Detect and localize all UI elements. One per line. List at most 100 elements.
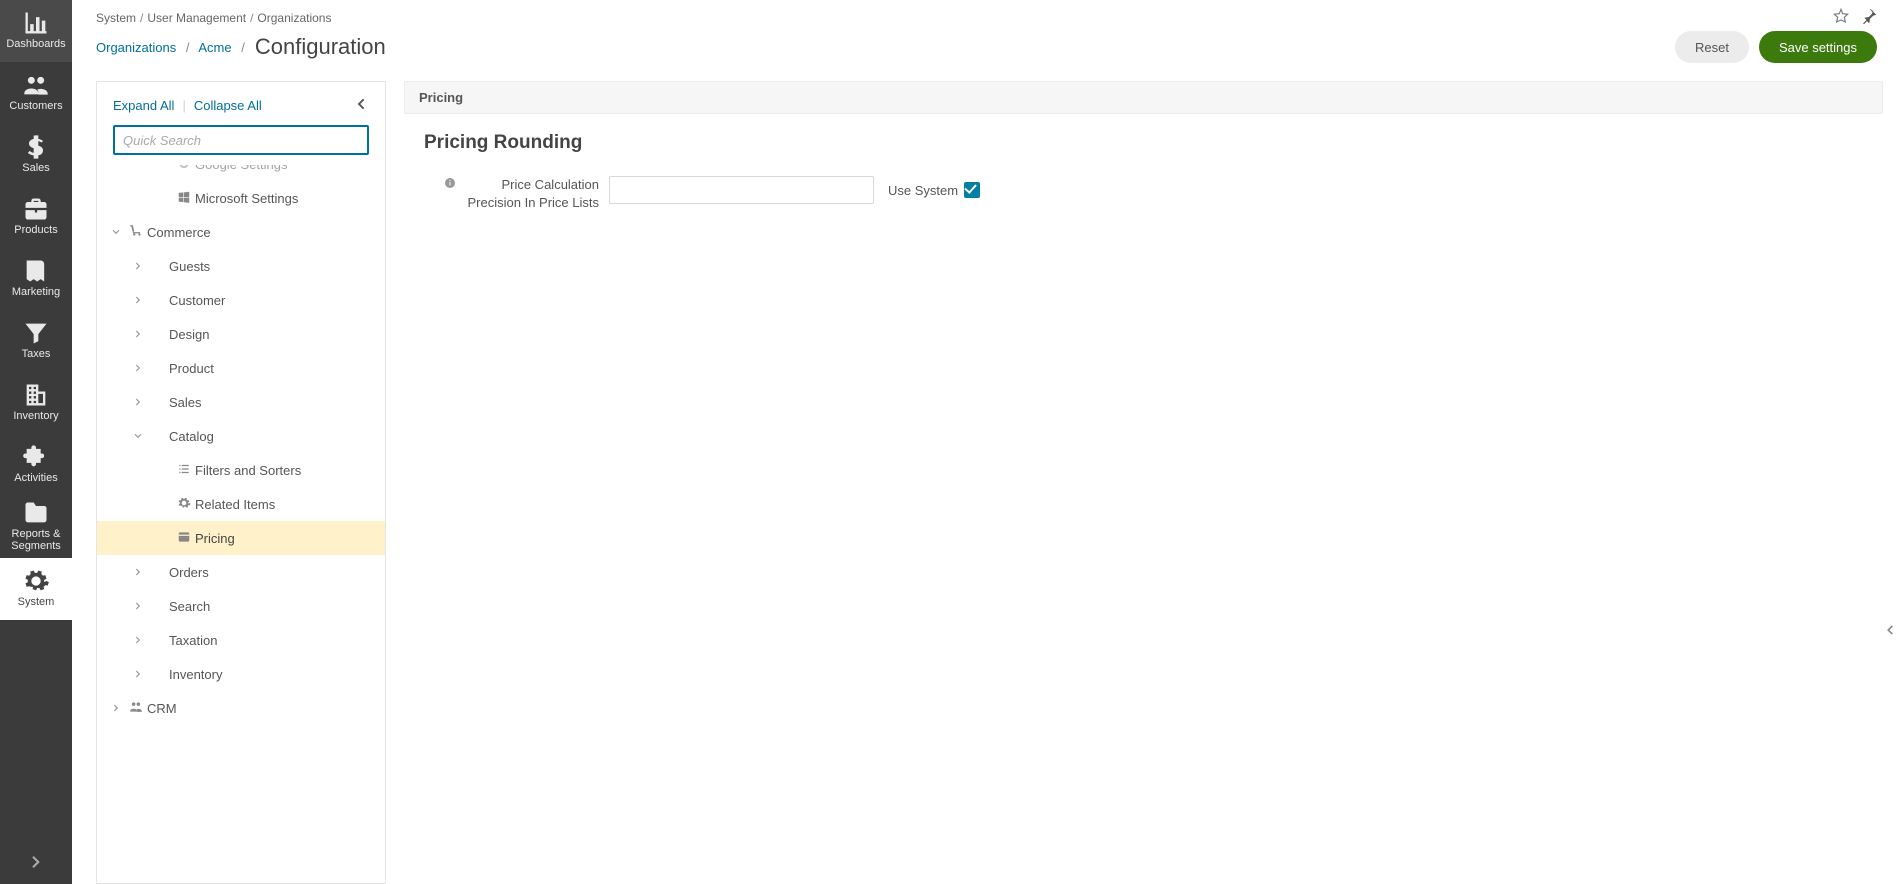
breadcrumb: System/User Management/Organizations [96, 11, 331, 25]
tree-item[interactable]: Filters and Sorters [97, 453, 385, 487]
tree-item[interactable]: CRM [97, 691, 385, 725]
tree-item[interactable]: Design [97, 317, 385, 351]
tree-label: Search [169, 599, 377, 614]
chevron-down-icon[interactable] [129, 429, 147, 444]
chevron-right-icon[interactable] [129, 361, 147, 376]
nav-label: Reports & Segments [0, 528, 72, 552]
crumb-organizations[interactable]: Organizations [96, 40, 176, 55]
price-precision-row: Price Calculation Precision In Price Lis… [444, 176, 1883, 211]
nav-label: Products [14, 224, 57, 236]
chevron-down-icon[interactable] [107, 225, 125, 240]
tree-item[interactable]: Taxation [97, 623, 385, 657]
cart-icon [125, 224, 147, 241]
breadcrumb-part[interactable]: User Management [147, 11, 246, 25]
briefcase-icon [22, 198, 50, 220]
crumb-acme[interactable]: Acme [198, 40, 231, 55]
tree-label: Orders [169, 565, 377, 580]
nav-item-reports[interactable]: Reports & Segments [0, 496, 72, 558]
nav-item-marketing[interactable]: Marketing [0, 248, 72, 310]
dollar-icon [22, 136, 50, 158]
chevron-right-icon[interactable] [129, 395, 147, 410]
breadcrumb-part[interactable]: System [96, 11, 136, 25]
breadcrumb-part[interactable]: Organizations [257, 11, 331, 25]
tree-item[interactable]: Microsoft Settings [97, 181, 385, 215]
chevron-right-icon[interactable] [129, 565, 147, 580]
panel-header: Pricing [404, 81, 1883, 114]
nav-label: Sales [22, 162, 50, 174]
bar-icon [22, 12, 50, 34]
gear-icon [173, 496, 195, 513]
save-settings-button[interactable]: Save settings [1759, 31, 1877, 63]
use-system-label[interactable]: Use System [888, 182, 980, 198]
nav-item-activities[interactable]: Activities [0, 434, 72, 496]
collapse-all-link[interactable]: Collapse All [194, 98, 262, 113]
config-sidebar: Expand All | Collapse All Google Setting… [96, 81, 386, 884]
tree-label: Product [169, 361, 377, 376]
tree-item[interactable]: Inventory [97, 657, 385, 691]
sidebar-collapse-icon[interactable] [0, 840, 72, 884]
chevron-right-icon[interactable] [129, 667, 147, 682]
building-icon [22, 384, 50, 406]
tree-item[interactable]: Search [97, 589, 385, 623]
tree-label: Microsoft Settings [195, 191, 377, 206]
price-calculation-precision-input[interactable] [609, 176, 874, 204]
chevron-left-icon[interactable] [1879, 619, 1901, 644]
tree-item[interactable]: Google Settings [97, 165, 385, 181]
chevron-right-icon[interactable] [129, 599, 147, 614]
quick-search-input[interactable] [113, 125, 369, 155]
chevron-right-icon[interactable] [129, 633, 147, 648]
crm-icon [125, 700, 147, 717]
nav-label: Taxes [22, 348, 51, 360]
back-arrow-icon[interactable] [353, 96, 369, 115]
chevron-right-icon[interactable] [129, 327, 147, 342]
use-system-checkbox[interactable] [964, 182, 980, 198]
expand-all-link[interactable]: Expand All [113, 98, 174, 113]
nav-label: Dashboards [6, 38, 65, 50]
nav-item-products[interactable]: Products [0, 186, 72, 248]
nav-item-sales[interactable]: Sales [0, 124, 72, 186]
nav-label: Customers [9, 100, 62, 112]
config-tree[interactable]: Google Settings Microsoft Settings Commerc… [97, 165, 385, 883]
folder-icon [22, 502, 50, 524]
tree-item[interactable]: Catalog [97, 419, 385, 453]
chevron-right-icon[interactable] [129, 293, 147, 308]
nav-label: Marketing [12, 286, 60, 298]
nav-label: Inventory [13, 410, 58, 422]
chevron-right-icon[interactable] [107, 701, 125, 716]
page-title: Configuration [255, 34, 386, 60]
main-panel: Pricing Pricing Rounding Price Calculati… [386, 81, 1901, 884]
windows-icon [173, 190, 195, 207]
tree-label: Taxation [169, 633, 377, 648]
reset-button[interactable]: Reset [1675, 31, 1749, 63]
tree-item[interactable]: Product [97, 351, 385, 385]
info-icon[interactable] [444, 176, 456, 211]
gear-icon [22, 570, 50, 592]
tree-item[interactable]: Sales [97, 385, 385, 419]
tree-item[interactable]: Guests [97, 249, 385, 283]
tree-item[interactable]: Orders [97, 555, 385, 589]
nav-item-customers[interactable]: Customers [0, 62, 72, 124]
tree-item[interactable]: Customer [97, 283, 385, 317]
puzzle-icon [22, 446, 50, 468]
title-breadcrumbs: Organizations / Acme / [96, 40, 251, 55]
tree-item[interactable]: Commerce [97, 215, 385, 249]
tree-item[interactable]: Related Items [97, 487, 385, 521]
list-icon [173, 462, 195, 479]
tree-label: Customer [169, 293, 377, 308]
pin-icon[interactable] [1861, 8, 1877, 27]
tree-label: CRM [147, 701, 377, 716]
main-nav: Dashboards Customers Sales Products Marketin… [0, 0, 72, 884]
page: System/User Management/Organizations Org… [72, 0, 1901, 884]
nav-item-system[interactable]: System [0, 558, 72, 620]
nav-item-dashboards[interactable]: Dashboards [0, 0, 72, 62]
nav-item-taxes[interactable]: Taxes [0, 310, 72, 372]
tree-label: Design [169, 327, 377, 342]
nav-item-inventory[interactable]: Inventory [0, 372, 72, 434]
card-icon [173, 530, 195, 547]
chevron-right-icon[interactable] [129, 259, 147, 274]
tree-label: Filters and Sorters [195, 463, 377, 478]
users-icon [22, 74, 50, 96]
tree-item[interactable]: Pricing [97, 521, 385, 555]
star-icon[interactable] [1833, 8, 1849, 27]
section-title: Pricing Rounding [424, 132, 1883, 154]
